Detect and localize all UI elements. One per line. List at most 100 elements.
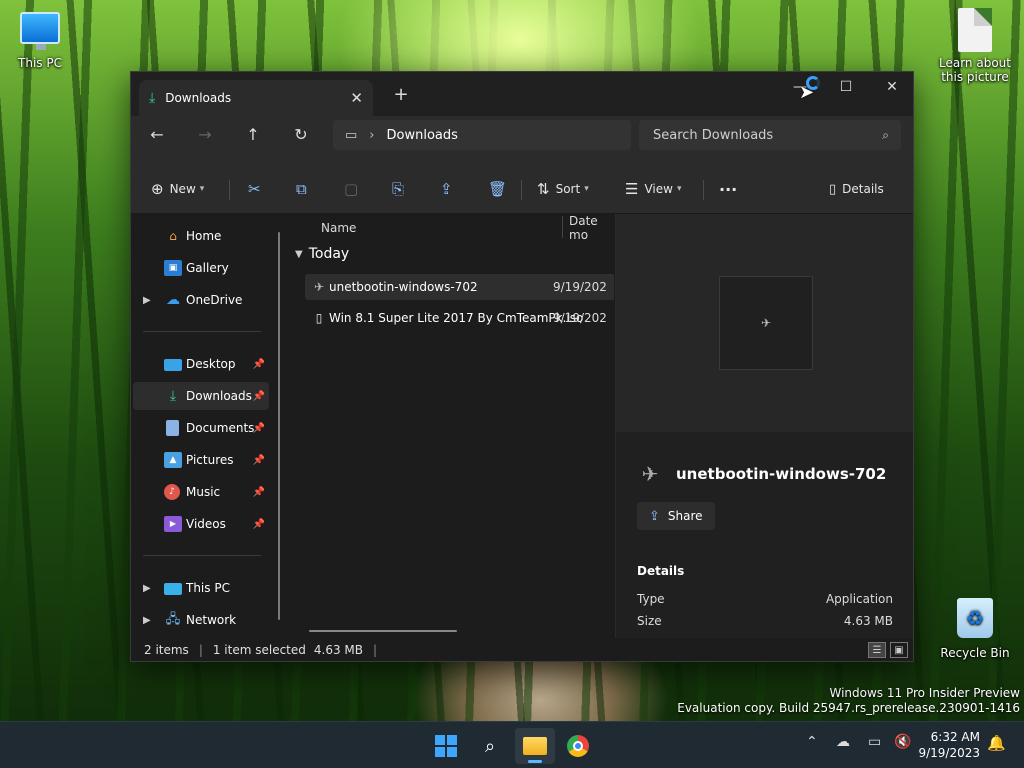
file-row[interactable]: ✈ unetbootin-windows-702 9/19/202 xyxy=(305,274,614,300)
details-title: ✈ unetbootin-windows-702 xyxy=(636,460,887,488)
horizontal-scrollbar[interactable] xyxy=(309,630,457,632)
divider xyxy=(703,180,704,200)
navigation-scrollbar[interactable] xyxy=(278,232,280,620)
sidebar-item-desktop[interactable]: Desktop 📌 xyxy=(133,350,269,378)
new-button[interactable]: ⊕ New ▾ xyxy=(151,176,204,202)
pin-icon: 📌 xyxy=(252,486,265,498)
watermark-line-2: Evaluation copy. Build 25947.rs_prerelea… xyxy=(677,701,1020,715)
detail-property: Size 4.63 MB xyxy=(637,614,893,628)
breadcrumb-downloads[interactable]: Downloads xyxy=(387,128,458,143)
cloud-sync-icon[interactable]: ☁ xyxy=(836,734,850,750)
app-icon: ✈ xyxy=(313,280,325,294)
file-name: Win 8.1 Super Lite 2017 By CmTeamPk.iso xyxy=(329,311,584,325)
preview-area: ✈ xyxy=(616,214,913,432)
tiles-icon: ▣ xyxy=(894,644,904,656)
forward-button[interactable]: → xyxy=(189,120,221,148)
share-button[interactable]: ⇪ xyxy=(440,176,453,202)
up-button[interactable]: ↑ xyxy=(237,120,269,148)
details-pane-button[interactable]: ▯ Details xyxy=(829,176,884,202)
start-button[interactable] xyxy=(426,728,466,764)
taskbar-chrome[interactable] xyxy=(558,728,598,764)
sidebar-item-downloads[interactable]: ⤓ Downloads 📌 xyxy=(133,382,269,410)
group-header-today[interactable]: ▼ Today xyxy=(295,246,349,262)
group-label: Today xyxy=(308,246,350,262)
sidebar-item-music[interactable]: ♪ Music 📌 xyxy=(133,478,269,506)
cut-button[interactable]: ✂ xyxy=(248,176,261,202)
taskbar-file-explorer[interactable] xyxy=(515,728,555,764)
pin-icon: 📌 xyxy=(252,390,265,402)
status-bar: 2 items | 1 item selected 4.63 MB | ☰ ▣ xyxy=(131,638,913,661)
tab-close-icon[interactable]: ✕ xyxy=(350,89,363,107)
details-pane: ✈ ✈ unetbootin-windows-702 ⇪ Share Detai… xyxy=(615,214,913,638)
pc-icon xyxy=(164,583,182,595)
recycle-bin-icon: ♻ xyxy=(957,598,993,638)
chevron-right-icon[interactable]: ▶ xyxy=(143,295,151,306)
network-icon[interactable]: ▭ xyxy=(868,734,881,750)
share-icon: ⇪ xyxy=(649,508,660,524)
list-icon: ☰ xyxy=(872,644,882,656)
chevron-down-icon: ▼ xyxy=(295,248,303,260)
chevron-right-icon[interactable]: ▶ xyxy=(143,583,151,594)
property-key: Size xyxy=(637,614,662,628)
sidebar-item-label: Home xyxy=(186,229,222,243)
search-button[interactable]: ⌕ xyxy=(470,728,510,764)
refresh-button[interactable]: ↻ xyxy=(285,120,317,148)
details-view-toggle[interactable]: ☰ xyxy=(868,642,886,658)
notification-bell-icon[interactable]: 🔔 xyxy=(987,734,1006,752)
scissors-icon: ✂ xyxy=(248,180,261,198)
desktop-icon-recycle-bin[interactable]: ♻ Recycle Bin xyxy=(935,598,1015,660)
rename-button[interactable]: ⎘ xyxy=(392,176,404,202)
sort-label: Sort xyxy=(555,182,581,196)
file-row[interactable]: ▯ Win 8.1 Super Lite 2017 By CmTeamPk.is… xyxy=(305,305,614,331)
title-bar[interactable]: ⤓ Downloads ✕ + — ☐ ✕ xyxy=(131,72,913,116)
divider xyxy=(143,555,261,556)
chevron-up-icon[interactable]: ⌃ xyxy=(806,734,818,750)
sort-button[interactable]: ⇅ Sort ▾ xyxy=(537,176,589,202)
volume-muted-icon[interactable]: 🔇 xyxy=(894,734,911,750)
pin-icon: 📌 xyxy=(252,358,265,370)
desktop-icon-learn-about-picture[interactable]: Learn about this picture xyxy=(935,8,1015,84)
delete-button[interactable]: 🗑 xyxy=(488,176,507,202)
system-clock[interactable]: 6:32 AM 9/19/2023 xyxy=(918,729,980,761)
status-separator: | xyxy=(198,643,203,657)
divider xyxy=(143,331,261,332)
maximize-button[interactable]: ☐ xyxy=(823,72,869,102)
sidebar-item-gallery[interactable]: ▣ Gallery xyxy=(133,254,269,282)
paste-button[interactable]: ▢ xyxy=(344,176,358,202)
sidebar-item-documents[interactable]: Documents 📌 xyxy=(133,414,269,442)
column-divider[interactable] xyxy=(562,216,563,238)
new-tab-button[interactable]: + xyxy=(391,84,411,105)
view-button[interactable]: ☰ View ▾ xyxy=(625,176,681,202)
chevron-right-icon[interactable]: ▶ xyxy=(143,615,151,626)
sidebar-item-home[interactable]: ⌂ Home xyxy=(133,222,269,250)
clipboard-icon: ▢ xyxy=(344,180,359,198)
desktop-icon-label: This PC xyxy=(18,56,62,70)
column-header-name[interactable]: Name xyxy=(321,214,356,242)
document-icon xyxy=(958,8,992,52)
details-file-name: unetbootin-windows-702 xyxy=(676,465,887,483)
desktop-icon-this-pc[interactable]: This PC xyxy=(0,12,80,70)
tab-downloads[interactable]: ⤓ Downloads ✕ xyxy=(139,80,373,116)
chevron-down-icon: ▾ xyxy=(584,184,589,194)
tiles-view-toggle[interactable]: ▣ xyxy=(890,642,908,658)
back-button[interactable]: ← xyxy=(141,120,173,148)
sidebar-item-onedrive[interactable]: ▶ ☁ OneDrive xyxy=(133,286,269,314)
plus-circle-icon: ⊕ xyxy=(151,180,164,198)
app-icon: ✈ xyxy=(760,316,772,330)
more-options-button[interactable]: ··· xyxy=(719,176,737,202)
music-icon: ♪ xyxy=(164,484,180,500)
sidebar-item-videos[interactable]: ▶ Videos 📌 xyxy=(133,510,269,538)
sidebar-item-label: Network xyxy=(186,613,237,627)
sidebar-item-this-pc[interactable]: ▶ This PC xyxy=(133,574,269,602)
address-bar[interactable]: ▭ › Downloads xyxy=(333,120,631,150)
share-button[interactable]: ⇪ Share xyxy=(637,502,715,530)
search-input[interactable]: Search Downloads ⌕ xyxy=(639,120,901,150)
sidebar-item-pictures[interactable]: ▲ Pictures 📌 xyxy=(133,446,269,474)
copy-button[interactable]: ⧉ xyxy=(296,176,307,202)
pin-icon: 📌 xyxy=(252,422,265,434)
property-key: Type xyxy=(637,592,665,606)
chevron-right-icon: › xyxy=(369,127,375,143)
sidebar-item-network[interactable]: ▶ 🖧 Network xyxy=(133,606,269,634)
close-button[interactable]: ✕ xyxy=(869,72,913,102)
column-header-date[interactable]: Date mo xyxy=(569,214,614,242)
